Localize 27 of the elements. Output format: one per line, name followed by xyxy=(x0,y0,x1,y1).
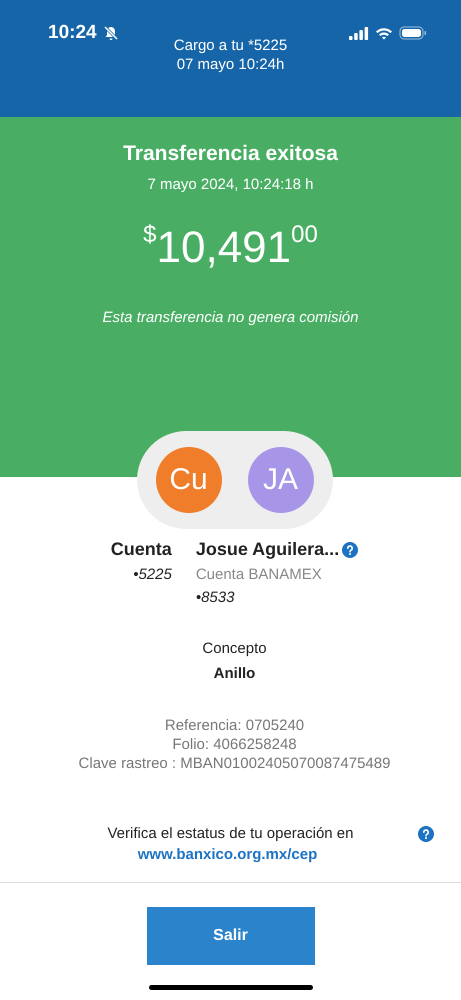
avatar: Cu xyxy=(156,447,222,513)
banxico-link[interactable]: www.banxico.org.mx/cep xyxy=(138,846,318,863)
reference-text: Clave rastreo : MBAN01002405070087475489 xyxy=(78,754,390,773)
help-icon[interactable] xyxy=(342,542,358,558)
signal-icon xyxy=(349,26,369,40)
amount: $^{$}$10,491$^{00}$ xyxy=(143,223,318,273)
reference-text: Referencia: 0705240 xyxy=(164,716,304,735)
success-title: Transferencia exitosa xyxy=(123,142,338,166)
party-name: Cuenta xyxy=(110,539,172,560)
bank-name: Cuenta BANAMEX xyxy=(196,566,323,583)
party-name: Josue Aguilera... xyxy=(196,539,340,560)
exit-button[interactable]: Salir xyxy=(146,907,314,965)
concept-label: Concepto xyxy=(202,640,267,657)
reference-text: Folio: 4066258248 xyxy=(172,735,297,754)
transfer-datetime: 7 mayo 2024, 10:24:18 h xyxy=(148,176,314,193)
clock: 10:24 xyxy=(48,22,97,44)
battery-icon xyxy=(399,26,427,40)
wifi-icon xyxy=(375,26,393,40)
account-number: •8533 xyxy=(196,589,236,606)
account-number: •5225 xyxy=(133,566,172,583)
help-icon[interactable] xyxy=(418,826,434,842)
charge-date-text: 07 mayo 10:24h xyxy=(176,55,284,74)
verify-text: Verifica el estatus de tu operación en xyxy=(108,825,354,842)
charge-account-text: Cargo a tu *5225 xyxy=(174,36,288,55)
fee-note: Esta transferencia no genera comisión xyxy=(102,309,358,326)
concept-value: Anillo xyxy=(214,665,256,682)
avatar: JA xyxy=(248,447,314,513)
